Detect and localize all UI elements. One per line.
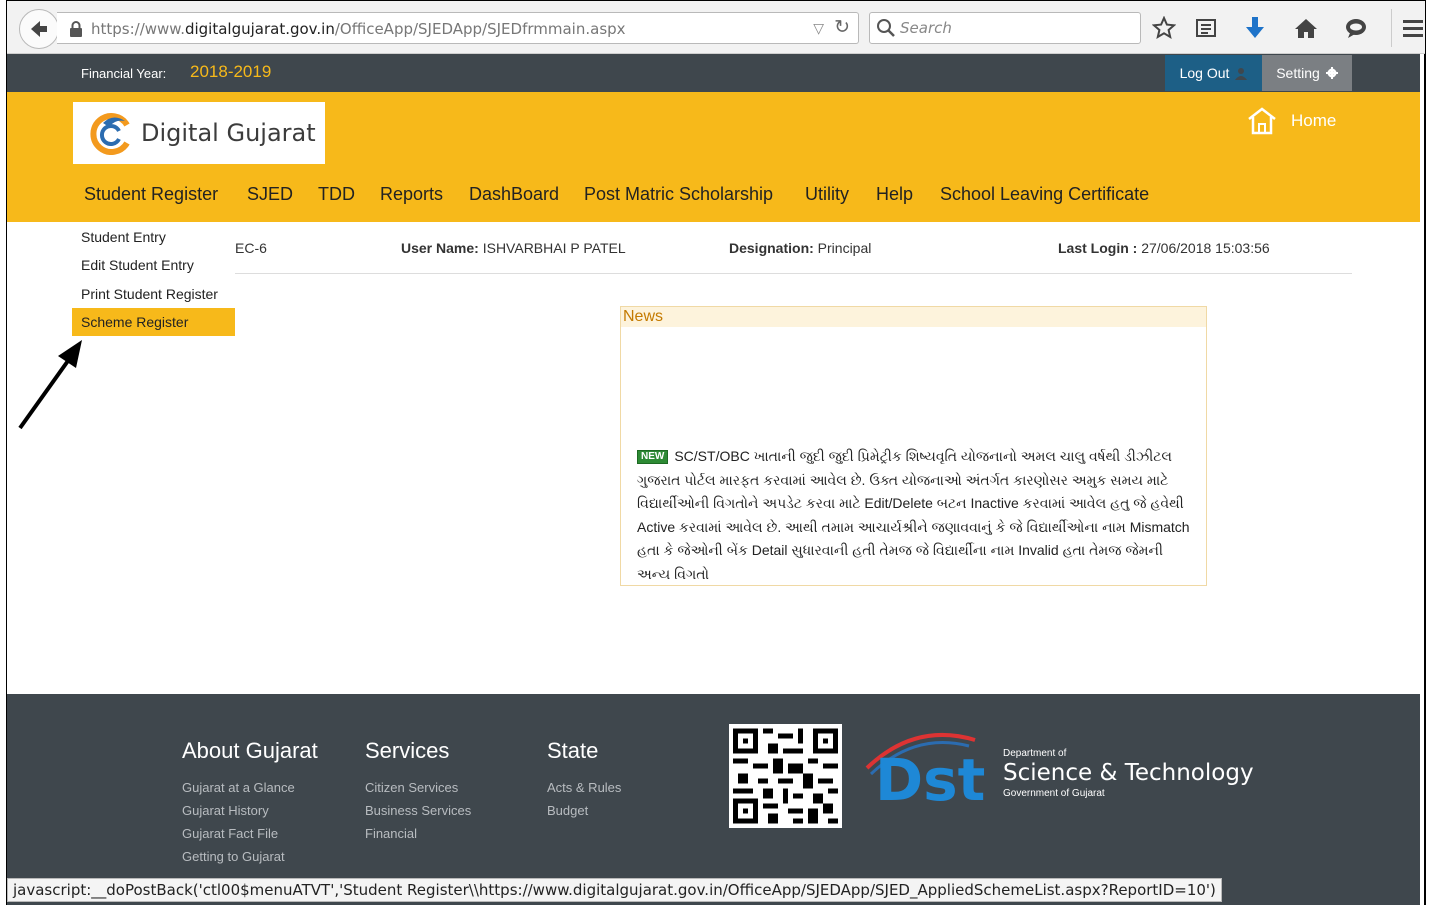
home-link[interactable]: Home [1245, 106, 1336, 136]
nav-utility[interactable]: Utility [805, 184, 849, 205]
gear-icon [1325, 67, 1338, 79]
dst-logo[interactable]: Dst Department of Science & Technology G… [865, 728, 1254, 814]
footer-link[interactable]: Gujarat Fact File [182, 822, 318, 845]
dst-government-label: Government of Gujarat [1003, 788, 1105, 799]
qr-code-icon [733, 728, 838, 824]
download-button[interactable] [1241, 14, 1269, 42]
digital-gujarat-logo[interactable]: Digital Gujarat [73, 102, 325, 164]
footer-col-state: State Acts & Rules Budget [547, 738, 621, 822]
browser-status-bar: javascript:__doPostBack('ctl00$menuATVT'… [7, 878, 1222, 902]
nav-student-register[interactable]: Student Register [84, 184, 218, 205]
menu-item-edit-student-entry[interactable]: Edit Student Entry [72, 251, 235, 279]
home-button[interactable] [1292, 14, 1320, 42]
menu-item-scheme-register[interactable]: Scheme Register [72, 308, 235, 336]
logout-label: Log Out [1179, 65, 1230, 81]
reload-icon[interactable]: ↻ [834, 16, 850, 39]
setting-label: Setting [1276, 65, 1320, 81]
footer-title-about: About Gujarat [182, 738, 318, 763]
toolbar-separator [1391, 9, 1392, 47]
user-icon [1235, 67, 1248, 80]
dst-name: Science & Technology [1003, 760, 1254, 786]
logo-text: Digital Gujarat [141, 119, 316, 147]
arrow-left-icon [31, 21, 47, 37]
site-header: Digital Gujarat Home Student Register SJ… [7, 92, 1420, 222]
main-nav: Student Register SJED TDD Reports DashBo… [7, 184, 1420, 212]
browser-toolbar: https://www.digitalgujarat.gov.in/Office… [7, 1, 1425, 54]
new-badge: NEW [637, 450, 669, 465]
pointer-arrow-icon [18, 340, 82, 430]
nav-reports[interactable]: Reports [380, 184, 443, 205]
back-button[interactable] [19, 9, 59, 49]
financial-year-label: Financial Year: [81, 66, 167, 81]
search-bar[interactable] [869, 12, 1141, 44]
divider [80, 273, 1352, 274]
footer-link[interactable]: Budget [547, 799, 621, 822]
hamburger-menu-icon [1403, 20, 1423, 37]
address-bar[interactable]: https://www.digitalgujarat.gov.in/Office… [57, 12, 859, 44]
menu-item-print-student-register[interactable]: Print Student Register [72, 280, 235, 308]
nav-dashboard[interactable]: DashBoard [469, 184, 559, 205]
digital-gujarat-logo-icon [90, 113, 130, 155]
url-text: https://www.digitalgujarat.gov.in/Office… [91, 20, 626, 38]
financial-year-value: 2018-2019 [190, 62, 272, 81]
news-title: News [621, 307, 1206, 327]
search-input[interactable] [900, 17, 1130, 39]
star-icon [1152, 16, 1176, 40]
user-name: User Name: ISHVARBHAI P PATEL [401, 240, 626, 256]
home-outline-icon [1248, 107, 1276, 135]
site-topbar: Financial Year: 2018-2019 Log Out Settin… [7, 54, 1420, 92]
logout-button[interactable]: Log Out [1165, 55, 1262, 91]
reading-list-icon [1196, 19, 1216, 37]
reading-list-button[interactable] [1192, 14, 1220, 42]
nav-tdd[interactable]: TDD [318, 184, 355, 205]
download-icon [1246, 17, 1264, 38]
footer-link[interactable]: Getting to Gujarat [182, 845, 318, 868]
footer-col-services: Services Citizen Services Business Servi… [365, 738, 471, 845]
partial-code: EC-6 [235, 240, 267, 256]
site-footer: About Gujarat Gujarat at a Glance Gujara… [7, 694, 1420, 905]
nav-sjed[interactable]: SJED [247, 184, 293, 205]
bookmark-star-button[interactable] [1150, 14, 1178, 42]
menu-item-student-entry[interactable]: Student Entry [72, 223, 235, 251]
lock-icon [70, 21, 82, 37]
nav-post-matric-scholarship[interactable]: Post Matric Scholarship [584, 184, 773, 205]
dst-emblem-icon: Dst [865, 733, 985, 814]
home-icon [1295, 19, 1317, 38]
last-login: Last Login : 27/06/2018 15:03:56 [1058, 240, 1270, 256]
footer-link[interactable]: Gujarat at a Glance [182, 776, 318, 799]
nav-help[interactable]: Help [876, 184, 913, 205]
news-text: SC/ST/OBC ખાતાની જુદી જુદી પ્રિમેટ્રીક શ… [637, 448, 1190, 582]
setting-button[interactable]: Setting [1262, 55, 1352, 91]
chat-icon [1346, 19, 1366, 38]
footer-link[interactable]: Gujarat History [182, 799, 318, 822]
dst-department-label: Department of [1003, 748, 1067, 759]
nav-school-leaving-certificate[interactable]: School Leaving Certificate [940, 184, 1149, 205]
designation: Designation: Principal [729, 240, 872, 256]
footer-col-about: About Gujarat Gujarat at a Glance Gujara… [182, 738, 318, 868]
student-register-dropdown: Student Entry Edit Student Entry Print S… [72, 222, 235, 337]
search-icon [877, 19, 895, 37]
footer-link[interactable]: Business Services [365, 799, 471, 822]
footer-link[interactable]: Acts & Rules [547, 776, 621, 799]
svg-text:Dst: Dst [875, 746, 985, 808]
dropdown-triangle-icon[interactable]: ▽ [813, 20, 824, 37]
footer-title-state: State [547, 738, 599, 763]
news-item[interactable]: NEW SC/ST/OBC ખાતાની જુદી જુદી પ્રિમેટ્રી… [637, 445, 1197, 586]
menu-button[interactable] [1399, 14, 1427, 42]
footer-link[interactable]: Financial [365, 822, 471, 845]
footer-link[interactable]: Citizen Services [365, 776, 471, 799]
qr-code [729, 724, 842, 828]
home-label: Home [1291, 111, 1337, 130]
footer-title-services: Services [365, 738, 450, 763]
chat-button[interactable] [1342, 14, 1370, 42]
news-panel: News NEW SC/ST/OBC ખાતાની જુદી જુદી પ્રિમ… [620, 306, 1207, 586]
